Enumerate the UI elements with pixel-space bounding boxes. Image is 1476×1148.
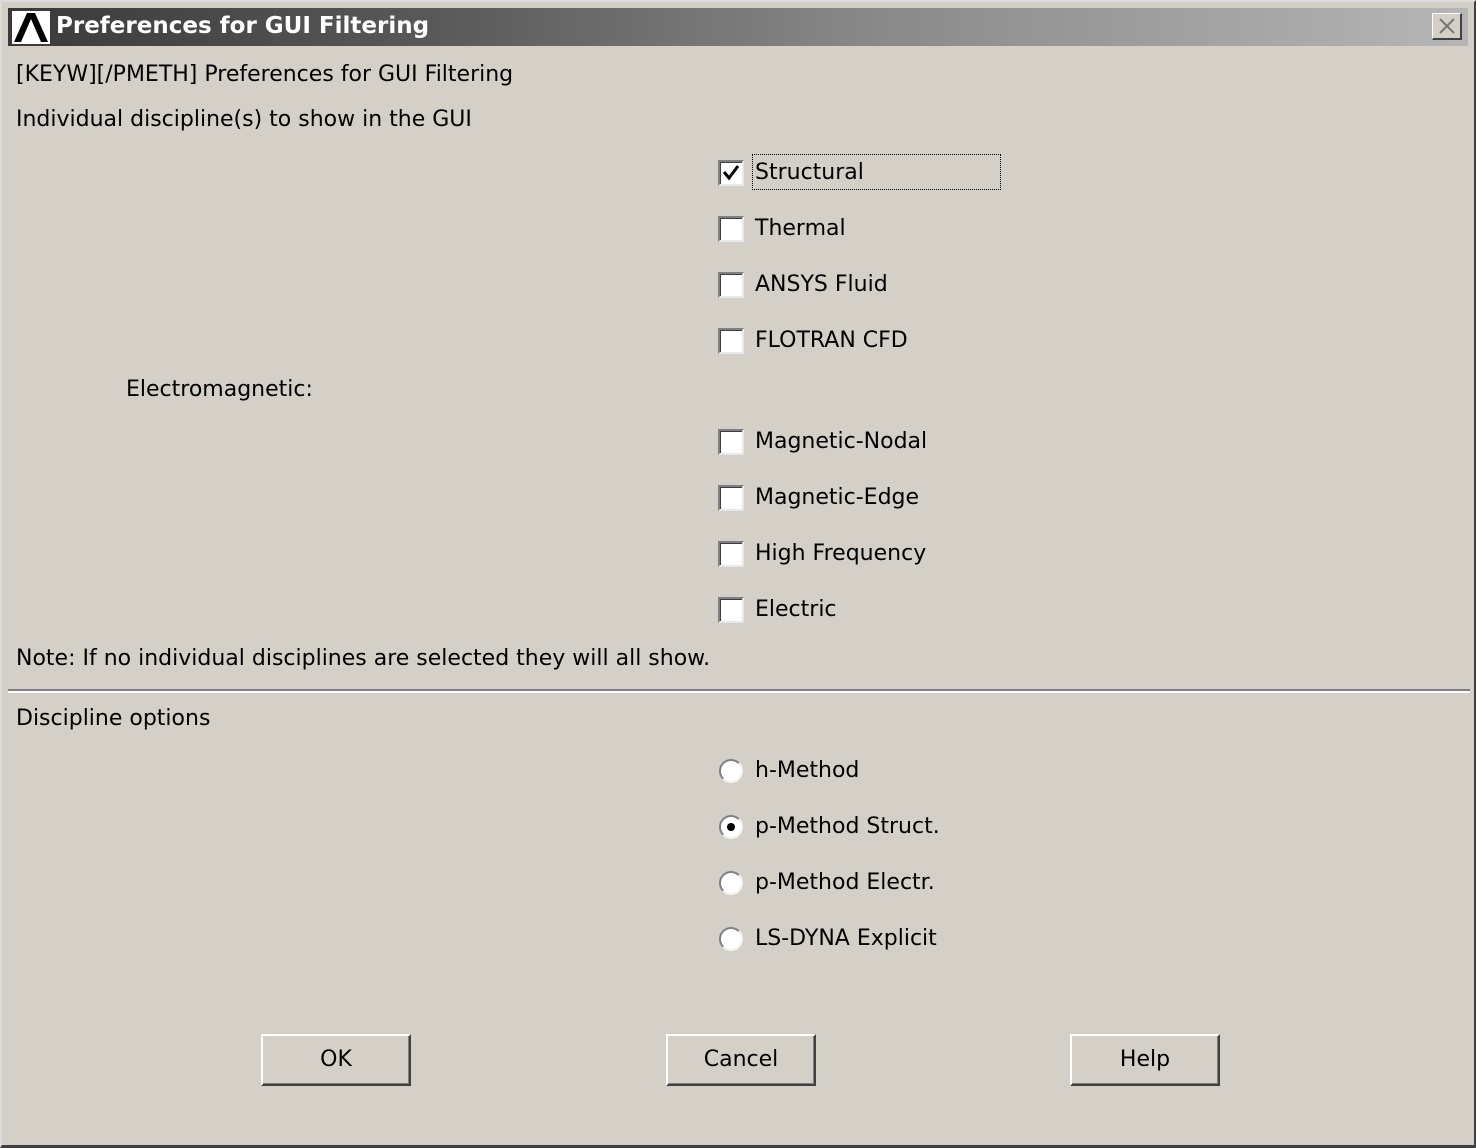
structural-checkbox[interactable] <box>718 160 744 186</box>
ls-dyna-label: LS-DYNA Explicit <box>755 926 937 951</box>
high-frequency-label: High Frequency <box>755 541 927 566</box>
thermal-label: Thermal <box>755 216 846 241</box>
electric-checkbox[interactable] <box>718 597 744 623</box>
radio-selected-dot <box>727 823 735 831</box>
p-method-struct-radio[interactable] <box>718 814 744 840</box>
ansys-fluid-checkbox[interactable] <box>718 272 744 298</box>
high-frequency-checkbox[interactable] <box>718 541 744 567</box>
ansys-fluid-label: ANSYS Fluid <box>755 272 888 297</box>
structural-label: Structural <box>755 160 864 185</box>
magnetic-nodal-checkbox[interactable] <box>718 429 744 455</box>
magnetic-edge-checkbox[interactable] <box>718 485 744 511</box>
ok-button[interactable]: OK <box>261 1034 411 1086</box>
window-title: Preferences for GUI Filtering <box>56 13 430 39</box>
help-button[interactable]: Help <box>1070 1034 1220 1086</box>
ls-dyna-radio[interactable] <box>718 926 744 952</box>
p-method-electr-label: p-Method Electr. <box>755 870 935 895</box>
thermal-checkbox[interactable] <box>718 216 744 242</box>
section-divider <box>8 689 1470 693</box>
close-button[interactable] <box>1432 13 1462 40</box>
note-text: Note: If no individual disciplines are s… <box>16 646 711 671</box>
close-icon <box>1439 18 1455 34</box>
p-method-electr-radio[interactable] <box>718 870 744 896</box>
electromagnetic-heading: Electromagnetic: <box>126 377 313 402</box>
magnetic-nodal-label: Magnetic-Nodal <box>755 429 928 454</box>
ansys-logo-icon <box>12 11 50 44</box>
cancel-button[interactable]: Cancel <box>666 1034 816 1086</box>
h-method-radio[interactable] <box>718 758 744 784</box>
section-title-disciplines: Individual discipline(s) to show in the … <box>16 107 472 132</box>
electric-label: Electric <box>755 597 837 622</box>
section-title-options: Discipline options <box>16 706 211 731</box>
preferences-dialog: Preferences for GUI Filtering [KEYW][/PM… <box>0 0 1476 1148</box>
command-label: [KEYW][/PMETH] Preferences for GUI Filte… <box>16 62 514 87</box>
checkmark-icon <box>722 165 740 181</box>
p-method-struct-label: p-Method Struct. <box>755 814 940 839</box>
magnetic-edge-label: Magnetic-Edge <box>755 485 920 510</box>
h-method-label: h-Method <box>755 758 860 783</box>
flotran-cfd-checkbox[interactable] <box>718 328 744 354</box>
flotran-cfd-label: FLOTRAN CFD <box>755 328 908 353</box>
title-bar[interactable]: Preferences for GUI Filtering <box>8 8 1468 46</box>
